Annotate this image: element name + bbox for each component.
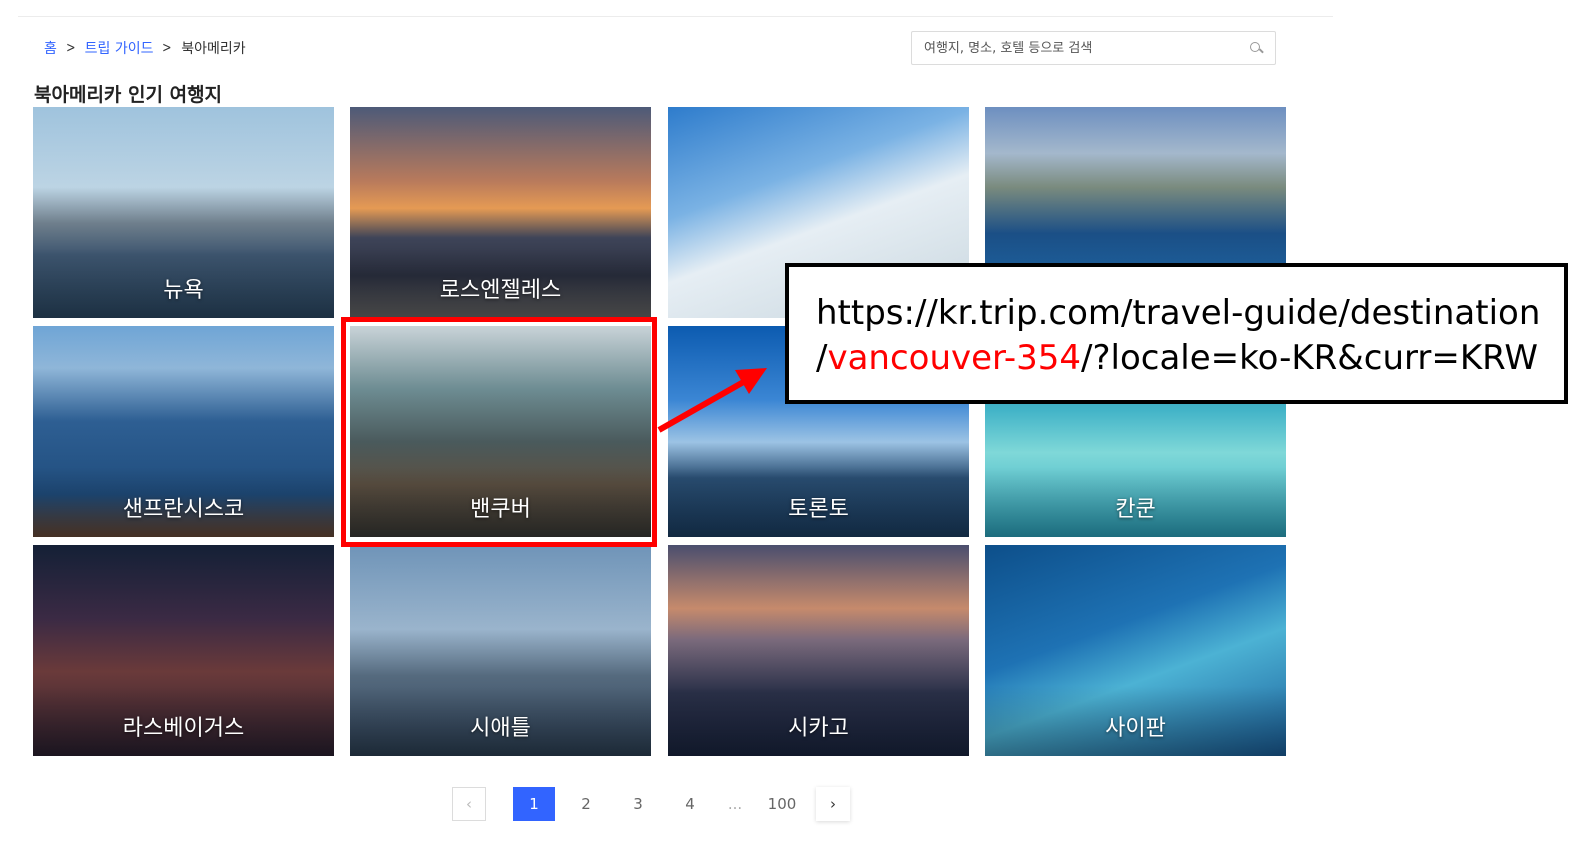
page-3-button[interactable]: 3 [617,787,659,821]
chevron-right-icon: > [162,40,173,56]
destination-label: 시애틀 [470,716,531,741]
destination-label: 샌프란시스코 [122,497,245,522]
next-page-button[interactable]: › [816,787,850,821]
destination-card-chicago[interactable]: 시카고 [668,545,969,756]
page: 홈 > 트립 가이드 > 북아메리카 북아메리카 인기 여행지 뉴욕 로스엔젤레… [0,0,1582,868]
breadcrumb-guide-link[interactable]: 트립 가이드 [85,38,154,58]
url-highlight: vancouver-354 [827,338,1082,378]
page-4-button[interactable]: 4 [669,787,711,821]
page-1-button[interactable]: 1 [513,787,555,821]
destination-card-newyork[interactable]: 뉴욕 [33,107,334,318]
destination-label: 시카고 [788,716,849,741]
header-divider [18,16,1333,17]
url-rest: /?locale=ko-KR&curr=KRW [1081,338,1539,378]
chevron-right-icon: > [66,40,76,56]
destination-card-lasvegas[interactable]: 라스베이거스 [33,545,334,756]
destination-card-seattle[interactable]: 시애틀 [350,545,651,756]
search-input[interactable] [924,40,1249,56]
search-icon[interactable] [1249,41,1263,55]
destination-label: 칸쿤 [1115,497,1156,522]
page-last-button[interactable]: 100 [754,795,810,813]
section-title: 북아메리카 인기 여행지 [34,84,223,106]
destination-card-sanfrancisco[interactable]: 샌프란시스코 [33,326,334,537]
destination-card-saipan[interactable]: 사이판 [985,545,1286,756]
destination-label: 밴쿠버 [470,497,531,522]
search-box [911,31,1276,65]
breadcrumb-home-link[interactable]: 홈 [44,38,57,58]
breadcrumb: 홈 > 트립 가이드 > 북아메리카 [44,38,246,58]
url-line-1: https://kr.trip.com/travel-guide/destina… [816,293,1541,333]
pagination-ellipsis: ... [727,795,743,813]
url-callout: https://kr.trip.com/travel-guide/destina… [785,263,1568,404]
arrow-icon [657,368,767,433]
url-line-2: /vancouver-354/?locale=ko-KR&curr=KRW [816,336,1564,381]
destination-card-losangeles[interactable]: 로스엔젤레스 [350,107,651,318]
prev-page-button[interactable]: ‹ [452,787,486,821]
destination-label: 라스베이거스 [122,716,245,741]
destination-card-vancouver[interactable]: 밴쿠버 [350,326,651,537]
destination-label: 사이판 [1105,716,1166,741]
destination-label: 뉴욕 [163,278,204,303]
destination-label: 토론토 [788,497,849,522]
breadcrumb-current: 북아메리카 [181,41,246,57]
page-2-button[interactable]: 2 [565,787,607,821]
destination-label: 로스엔젤레스 [439,278,562,303]
pagination: ‹ 1 2 3 4 ... 100 › [452,787,850,821]
url-slash: / [816,338,828,378]
